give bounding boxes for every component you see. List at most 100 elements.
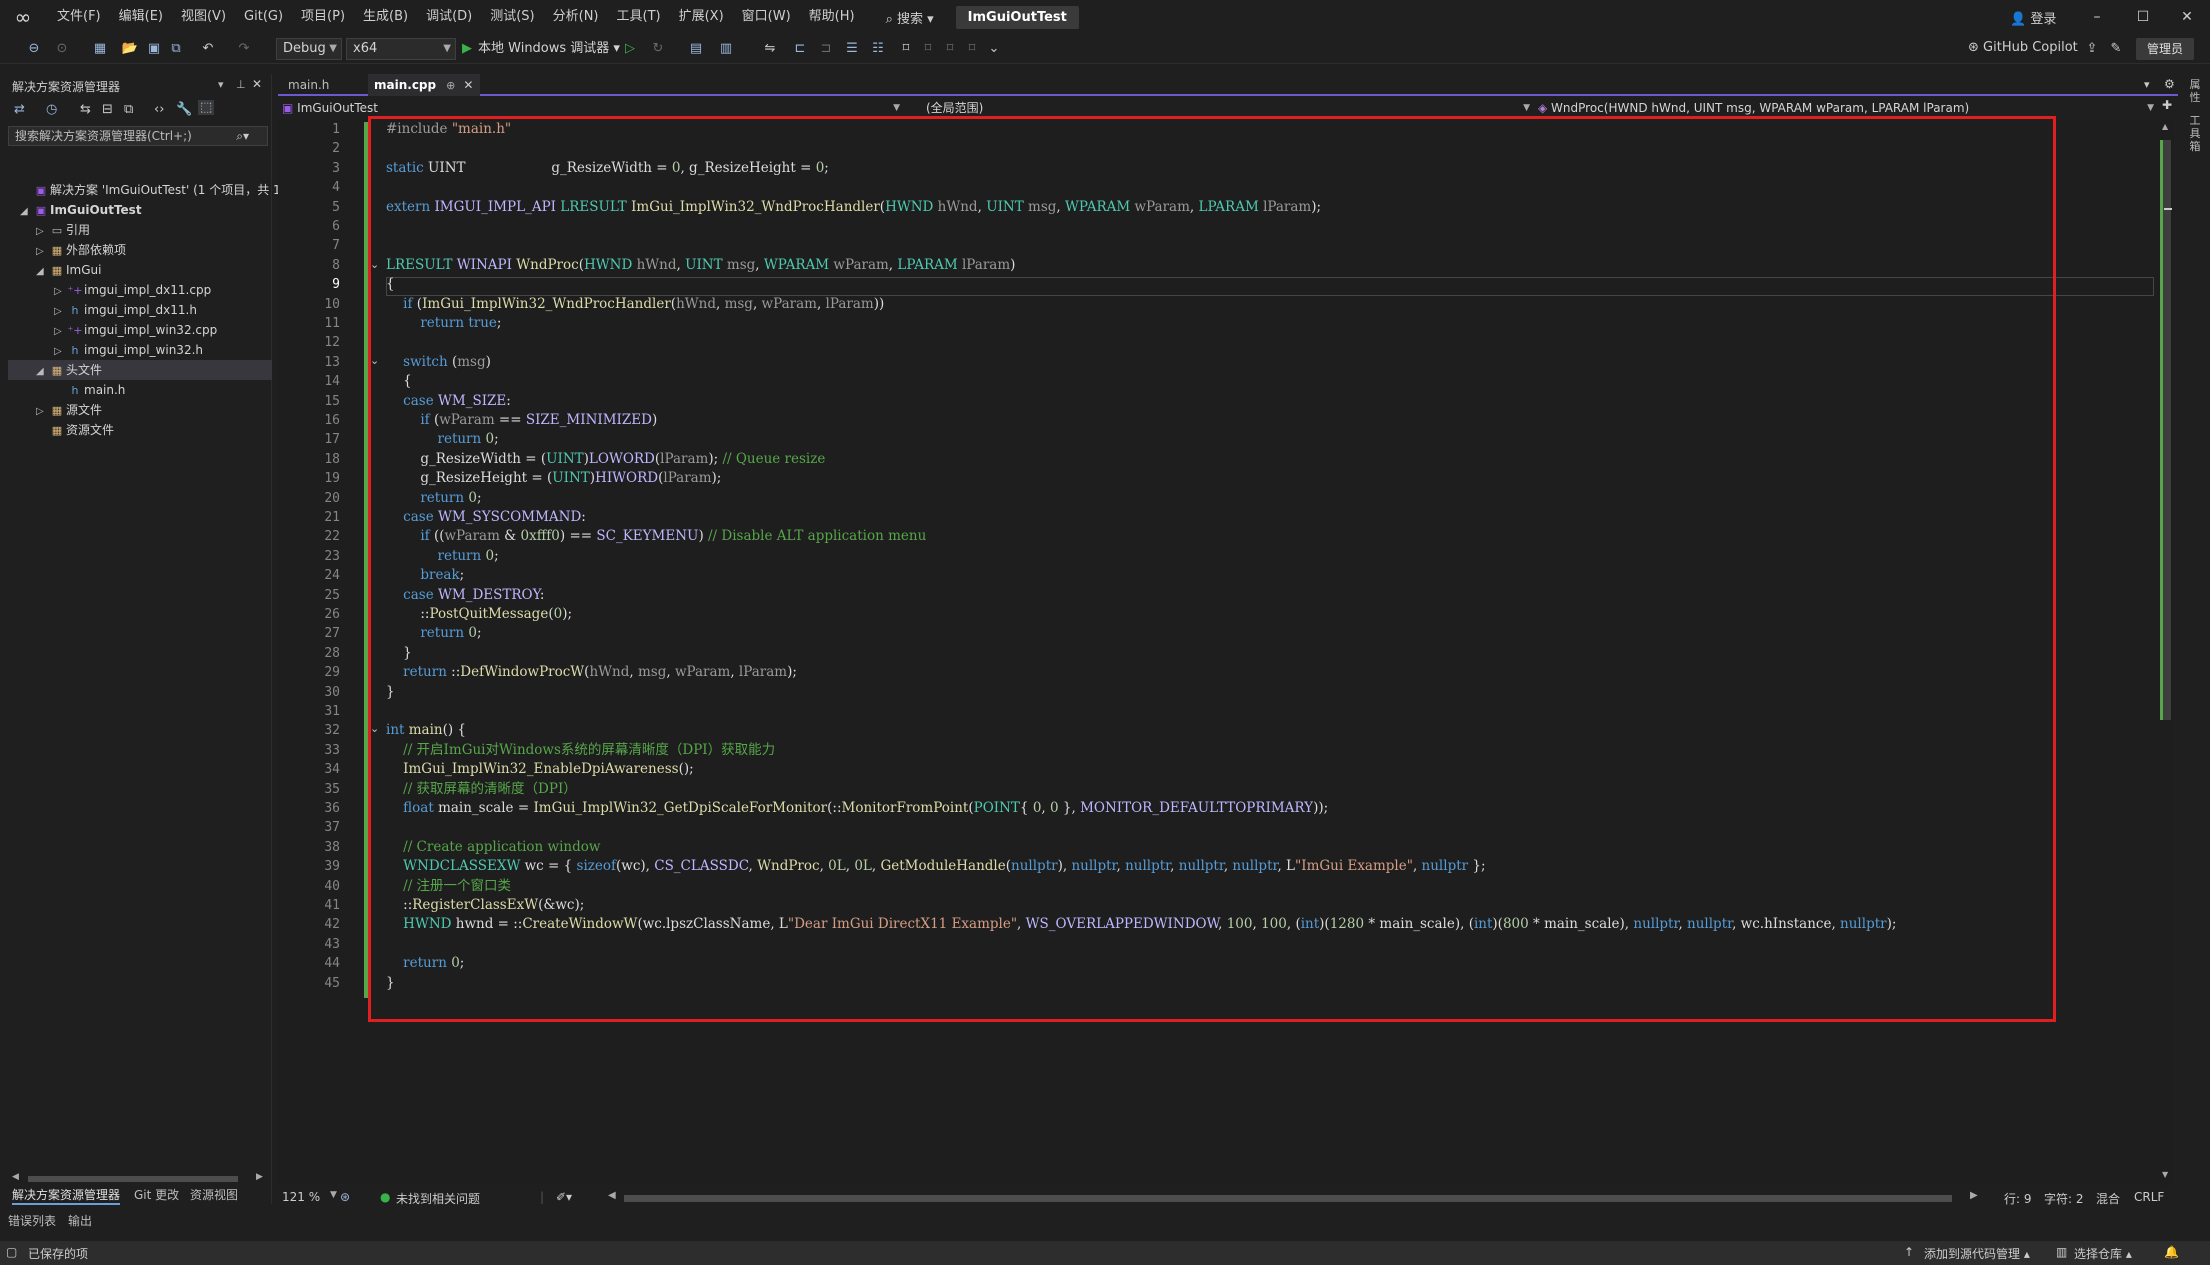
- menu-item[interactable]: 编辑(E): [110, 0, 172, 34]
- scroll-thumb[interactable]: [2163, 140, 2171, 720]
- settings-gear-icon[interactable]: ⚙: [2164, 77, 2175, 91]
- issues-status[interactable]: 未找到相关问题: [396, 1190, 480, 1207]
- expand-toggle-icon[interactable]: ◢: [36, 262, 48, 282]
- restart-icon[interactable]: ↻: [648, 39, 668, 59]
- navigate-back-icon[interactable]: ⊖: [24, 39, 44, 59]
- menu-item[interactable]: 扩展(X): [670, 0, 733, 34]
- tree-item[interactable]: ▣ 解决方案 'ImGuiOutTest' (1 个项目，共 1: [20, 180, 281, 200]
- tab-main-cpp[interactable]: main.cpp ⊕ ✕: [368, 74, 480, 96]
- cleanup-brush-icon[interactable]: ✐▾: [556, 1190, 572, 1204]
- nav-project-dropdown[interactable]: ▣ ImGuiOutTest ▼: [282, 99, 904, 117]
- menu-item[interactable]: 工具(T): [608, 0, 670, 34]
- solution-search-input[interactable]: 搜索解决方案资源管理器(Ctrl+;) ⌕▾: [8, 126, 268, 146]
- redo-icon[interactable]: ↷: [234, 39, 254, 59]
- split-editor-icon[interactable]: ✚: [2162, 98, 2172, 112]
- horizontal-scroll-thumb[interactable]: [624, 1195, 1952, 1202]
- menu-item[interactable]: 文件(F): [48, 0, 110, 34]
- tab-output[interactable]: 输出: [68, 1212, 92, 1229]
- vertical-scrollbar[interactable]: ▲ ▼: [2160, 120, 2174, 1186]
- intellicode-icon[interactable]: ⊛: [340, 1190, 350, 1204]
- close-panel-icon[interactable]: ✕: [252, 77, 262, 91]
- login-button[interactable]: 👤 登录: [2010, 8, 2056, 27]
- clear-bookmarks-icon[interactable]: ⌑: [962, 39, 982, 59]
- tab-resource-view[interactable]: 资源视图: [190, 1186, 238, 1203]
- maximize-button[interactable]: ☐: [2120, 0, 2166, 34]
- code-view-icon[interactable]: ‹›: [154, 102, 164, 117]
- tree-item[interactable]: h main.h: [54, 380, 126, 400]
- tab-error-list[interactable]: 错误列表: [8, 1212, 56, 1229]
- expand-toggle-icon[interactable]: ▷: [36, 222, 48, 242]
- menu-item[interactable]: 调试(D): [417, 0, 481, 34]
- scroll-left-icon[interactable]: ◀: [12, 1172, 19, 1182]
- tree-item[interactable]: ▷ h imgui_impl_win32.h: [54, 340, 203, 360]
- layout-icon[interactable]: ▥: [716, 39, 736, 59]
- sync-icon[interactable]: ⇄: [14, 102, 25, 117]
- menu-item[interactable]: Git(G): [235, 0, 292, 34]
- menu-item[interactable]: 帮助(H): [800, 0, 864, 34]
- show-all-files-icon[interactable]: ⧉: [124, 102, 133, 117]
- collapse-all-icon[interactable]: ⊟: [102, 102, 113, 117]
- github-copilot-button[interactable]: ⊛ GitHub Copilot: [1968, 40, 2078, 55]
- step-over-icon[interactable]: ⊐: [816, 39, 836, 59]
- history-icon[interactable]: ◷: [46, 102, 57, 117]
- toolbar-overflow-icon[interactable]: ⌄: [984, 39, 1004, 59]
- whitespace-mode[interactable]: 混合: [2096, 1190, 2120, 1207]
- tree-item[interactable]: ▷ ⁺+imgui_impl_win32.cpp: [54, 320, 217, 340]
- line-ending[interactable]: CRLF: [2134, 1190, 2164, 1204]
- diagnostics-icon[interactable]: ⇋: [760, 39, 780, 59]
- menu-item[interactable]: 项目(P): [292, 0, 354, 34]
- scroll-right-icon[interactable]: ▶: [256, 1172, 263, 1182]
- tree-item[interactable]: ▷ h imgui_impl_dx11.h: [54, 300, 197, 320]
- scroll-right-icon[interactable]: ▶: [1970, 1190, 1978, 1201]
- menu-item[interactable]: 视图(V): [172, 0, 235, 34]
- expand-toggle-icon[interactable]: ▷: [54, 282, 66, 302]
- preview-icon[interactable]: ⬚: [198, 100, 215, 115]
- expand-toggle-icon[interactable]: ▷: [36, 402, 48, 422]
- browser-link-icon[interactable]: ▤: [686, 39, 706, 59]
- open-folder-icon[interactable]: 📂: [120, 39, 140, 59]
- bookmark-icon[interactable]: ⌑: [896, 39, 916, 59]
- pending-changes-icon[interactable]: ⇆: [80, 102, 91, 117]
- step-icon[interactable]: ⊏: [790, 39, 810, 59]
- menu-item[interactable]: 测试(S): [481, 0, 543, 34]
- close-tab-icon[interactable]: ✕: [463, 78, 473, 92]
- start-debugging-button[interactable]: ▶ 本地 Windows 调试器 ▾: [462, 38, 620, 60]
- toolbox-tab[interactable]: 工具箱: [2188, 114, 2202, 153]
- start-without-debugging-icon[interactable]: ▷: [620, 39, 640, 59]
- pin-icon[interactable]: ⊕: [446, 79, 455, 92]
- tab-git-changes[interactable]: Git 更改: [134, 1186, 179, 1203]
- nav-scope-dropdown[interactable]: (全局范围) ▼: [926, 99, 1534, 117]
- expand-toggle-icon[interactable]: ◢: [36, 362, 48, 382]
- select-repository-button[interactable]: 选择仓库 ▴: [2074, 1245, 2132, 1262]
- menu-item[interactable]: 窗口(W): [733, 0, 800, 34]
- new-project-icon[interactable]: ▦: [90, 39, 110, 59]
- tree-item[interactable]: ▷ ▭ 引用: [36, 220, 90, 240]
- menu-item[interactable]: 生成(B): [354, 0, 417, 34]
- expand-toggle-icon[interactable]: ▷: [54, 302, 66, 322]
- minimize-button[interactable]: –: [2074, 0, 2120, 34]
- notifications-bell-icon[interactable]: 🔔: [2164, 1245, 2179, 1259]
- add-to-source-control-button[interactable]: 添加到源代码管理 ▴: [1924, 1245, 2030, 1262]
- feedback-icon[interactable]: ✎: [2106, 39, 2126, 59]
- zoom-level[interactable]: 121 %: [282, 1190, 320, 1204]
- horizontal-scrollbar[interactable]: ◀ ▶: [12, 1172, 264, 1184]
- expand-toggle-icon[interactable]: ◢: [20, 202, 32, 222]
- tree-item[interactable]: ◢ ▦ ImGui: [36, 260, 101, 280]
- configuration-select[interactable]: Debug ▼: [276, 38, 342, 60]
- navigate-forward-icon[interactable]: ⊙: [52, 39, 72, 59]
- share-icon[interactable]: ⇪: [2082, 39, 2102, 59]
- scroll-left-icon[interactable]: ◀: [608, 1190, 616, 1201]
- pin-icon[interactable]: ⊥: [236, 78, 246, 91]
- tree-item[interactable]: ◢ ▣ ImGuiOutTest: [20, 200, 142, 220]
- tab-list-icon[interactable]: ▾: [2144, 78, 2150, 91]
- properties-tab[interactable]: 属性: [2188, 78, 2202, 104]
- scroll-up-icon[interactable]: ▲: [2162, 122, 2168, 131]
- expand-toggle-icon[interactable]: ▷: [54, 322, 66, 342]
- outdent-icon[interactable]: ☷: [868, 39, 888, 59]
- properties-icon[interactable]: 🔧: [176, 102, 192, 117]
- tree-item[interactable]: ▦ 资源文件: [36, 420, 114, 440]
- menu-item[interactable]: 分析(N): [544, 0, 608, 34]
- nav-member-dropdown[interactable]: ◈ WndProc(HWND hWnd, UINT msg, WPARAM wP…: [1538, 99, 2158, 117]
- tree-item[interactable]: ◢ ▦ 头文件: [36, 360, 102, 380]
- tab-main-h[interactable]: main.h: [282, 74, 364, 96]
